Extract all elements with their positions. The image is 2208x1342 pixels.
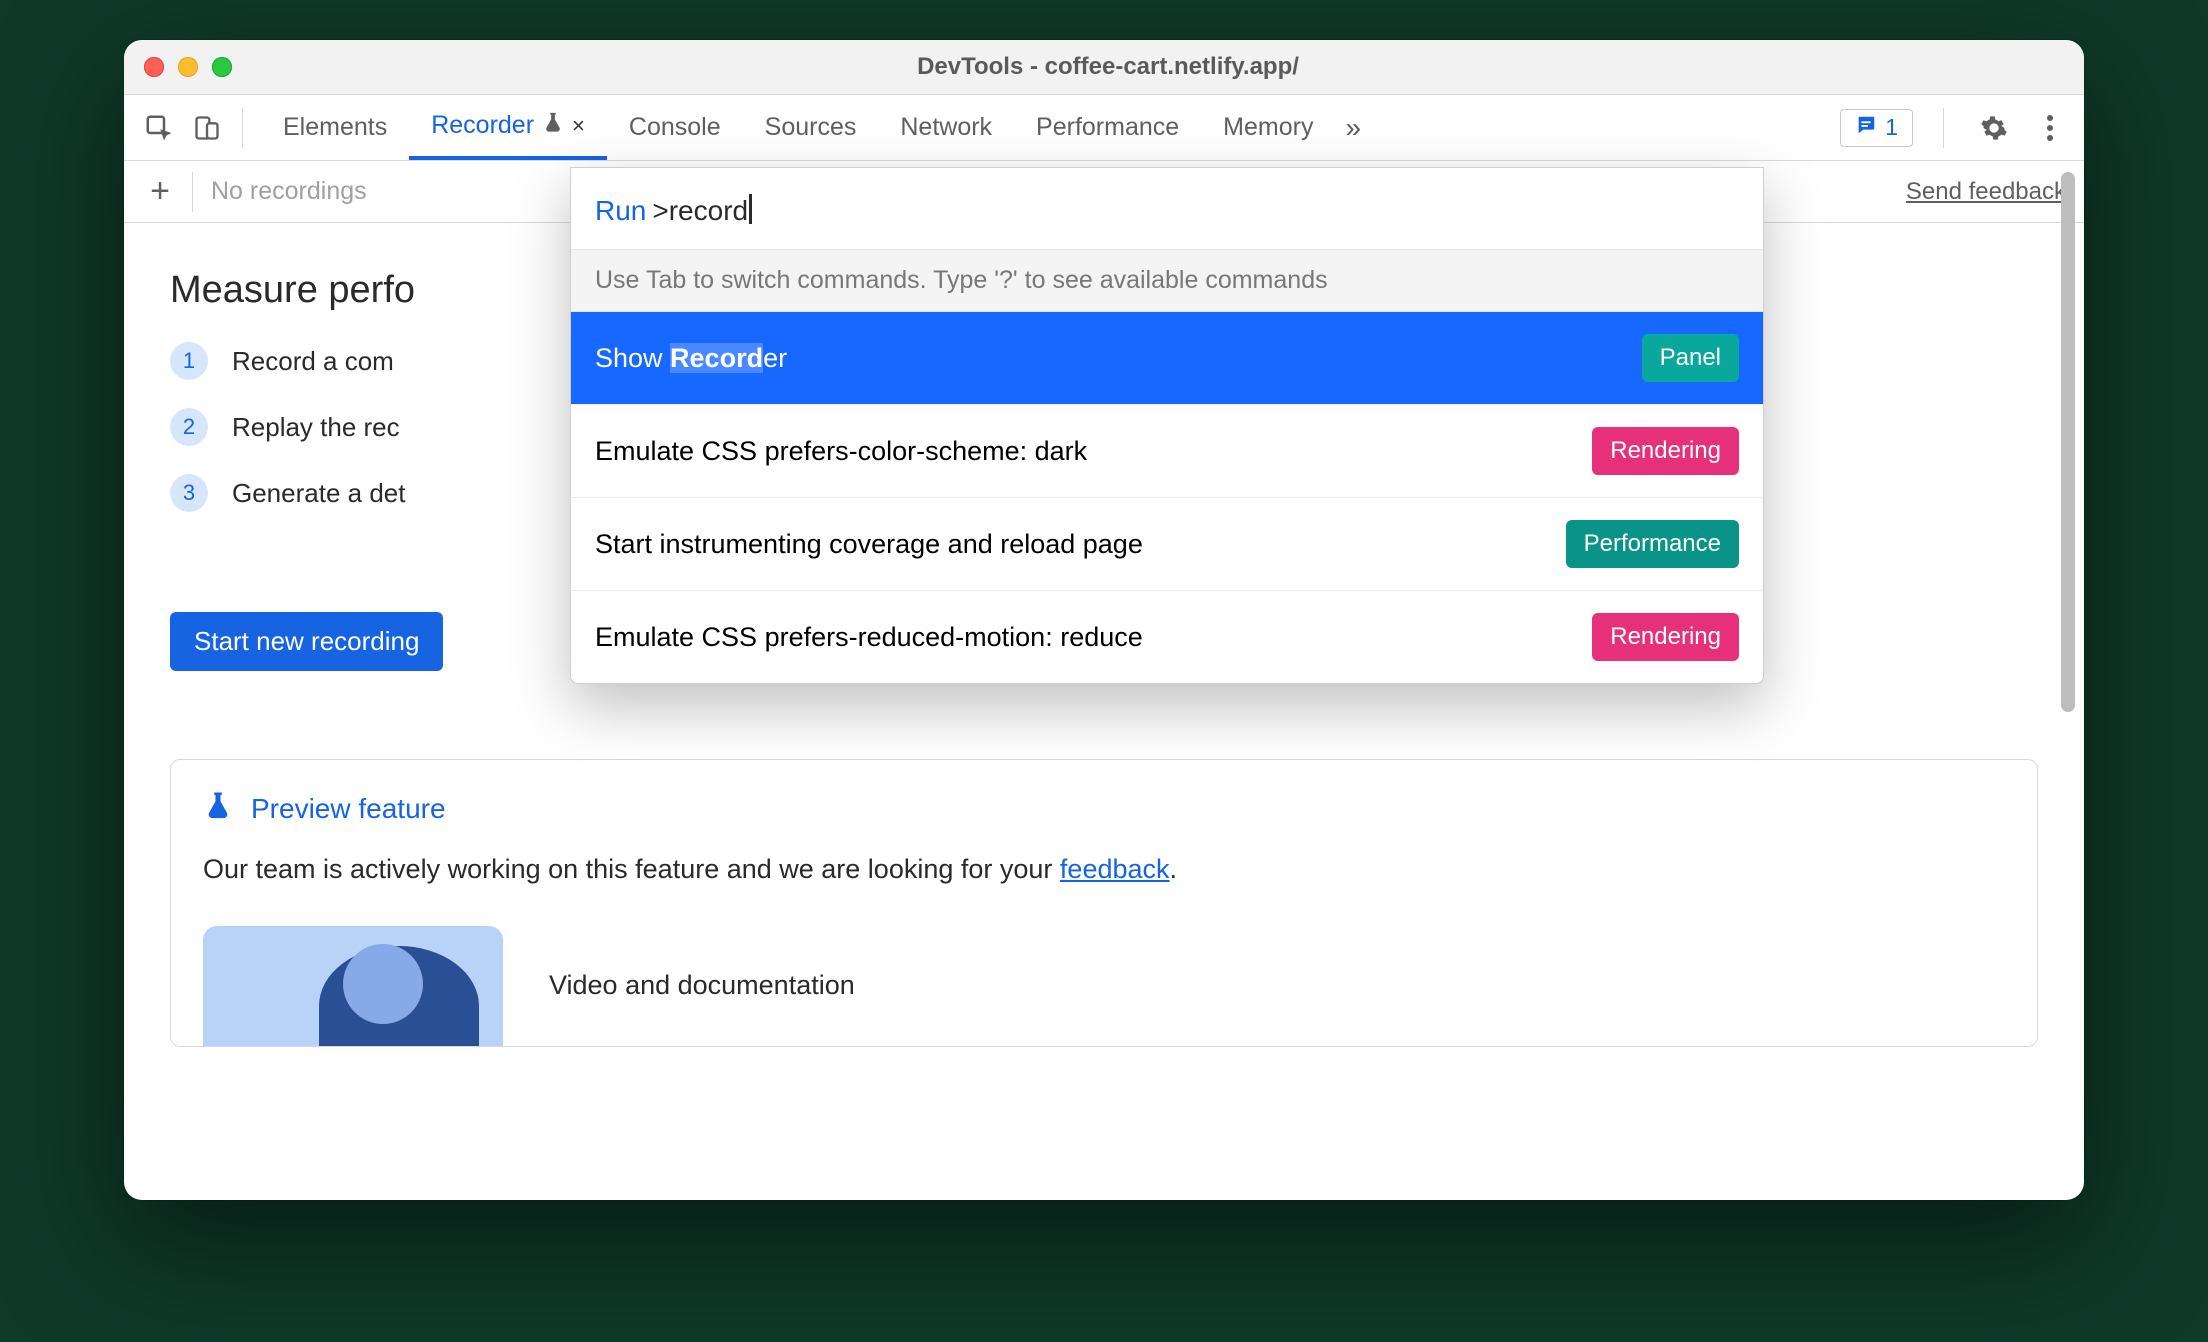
toggle-device-toolbar-button[interactable]: [186, 107, 228, 149]
step-1-number: 1: [170, 342, 208, 380]
inspect-element-button[interactable]: [138, 107, 180, 149]
step-2-text: Replay the rec: [232, 412, 400, 443]
send-feedback-link[interactable]: Send feedback: [1906, 178, 2066, 206]
query-text: record: [669, 195, 748, 227]
step-2-number: 2: [170, 408, 208, 446]
main-toolbar: Elements Recorder × Console Sources Netw…: [124, 95, 2084, 161]
step-1-text: Record a com: [232, 346, 394, 377]
tab-network[interactable]: Network: [878, 95, 1014, 160]
command-palette-item[interactable]: Show Recorder Panel: [571, 312, 1763, 405]
tab-recorder[interactable]: Recorder ×: [409, 95, 607, 160]
command-palette-item-badge: Rendering: [1592, 427, 1739, 475]
tab-performance[interactable]: Performance: [1014, 95, 1201, 160]
tab-console[interactable]: Console: [607, 95, 743, 160]
preview-feature-card: Preview feature Our team is actively wor…: [170, 759, 2038, 1047]
video-thumbnail[interactable]: [203, 926, 503, 1046]
panel-tabs: Elements Recorder × Console Sources Netw…: [261, 95, 1361, 160]
feedback-link[interactable]: feedback: [1060, 854, 1170, 884]
command-palette-item-label: Show Recorder: [595, 343, 787, 374]
command-palette-item-label: Emulate CSS prefers-color-scheme: dark: [595, 436, 1087, 467]
step-3-text: Generate a det: [232, 478, 405, 509]
video-title: Video and documentation: [549, 970, 855, 1001]
vertical-scrollbar[interactable]: [2058, 172, 2078, 1180]
no-recordings-label: No recordings: [211, 177, 367, 206]
tab-memory[interactable]: Memory: [1201, 95, 1335, 160]
devtools-window: DevTools - coffee-cart.netlify.app/: [124, 40, 2084, 1200]
more-tabs-button[interactable]: »: [1345, 112, 1361, 144]
query-prefix: >: [652, 195, 668, 227]
command-palette-item[interactable]: Start instrumenting coverage and reload …: [571, 498, 1763, 591]
preview-feature-title: Preview feature: [251, 793, 446, 825]
command-palette-item-label: Emulate CSS prefers-reduced-motion: redu…: [595, 622, 1143, 653]
text-caret: [749, 194, 752, 224]
preview-media-row: Video and documentation: [203, 926, 2005, 1046]
close-tab-button[interactable]: ×: [572, 113, 585, 139]
scrollbar-thumb[interactable]: [2061, 172, 2075, 712]
command-palette-item-label: Start instrumenting coverage and reload …: [595, 529, 1143, 560]
preview-feature-body: Our team is actively working on this fea…: [203, 849, 2005, 890]
command-palette: Run >record Use Tab to switch commands. …: [570, 167, 1764, 684]
start-new-recording-button[interactable]: Start new recording: [170, 612, 443, 671]
tab-sources[interactable]: Sources: [743, 95, 879, 160]
command-palette-item-badge: Panel: [1642, 334, 1739, 382]
beaker-icon: [203, 790, 233, 827]
message-icon: [1855, 114, 1877, 142]
command-palette-item-badge: Rendering: [1592, 613, 1739, 661]
more-options-button[interactable]: [2030, 108, 2070, 148]
messages-chip[interactable]: 1: [1840, 109, 1913, 147]
run-prompt-label: Run: [595, 195, 646, 227]
window-title: DevTools - coffee-cart.netlify.app/: [152, 53, 2064, 81]
experiment-beaker-icon: [542, 111, 564, 140]
command-palette-item-badge: Performance: [1566, 520, 1739, 568]
settings-button[interactable]: [1974, 108, 2014, 148]
command-palette-hint: Use Tab to switch commands. Type '?' to …: [571, 249, 1763, 312]
step-3-number: 3: [170, 474, 208, 512]
command-palette-item[interactable]: Emulate CSS prefers-reduced-motion: redu…: [571, 591, 1763, 683]
messages-count: 1: [1885, 114, 1898, 141]
command-palette-results: Show Recorder Panel Emulate CSS prefers-co…: [571, 312, 1763, 683]
titlebar: DevTools - coffee-cart.netlify.app/: [124, 40, 2084, 95]
kebab-icon: [2047, 115, 2053, 141]
new-recording-button[interactable]: +: [136, 168, 184, 216]
tab-elements[interactable]: Elements: [261, 95, 409, 160]
command-palette-input[interactable]: Run >record: [571, 168, 1763, 249]
command-palette-item[interactable]: Emulate CSS prefers-color-scheme: dark Re…: [571, 405, 1763, 498]
